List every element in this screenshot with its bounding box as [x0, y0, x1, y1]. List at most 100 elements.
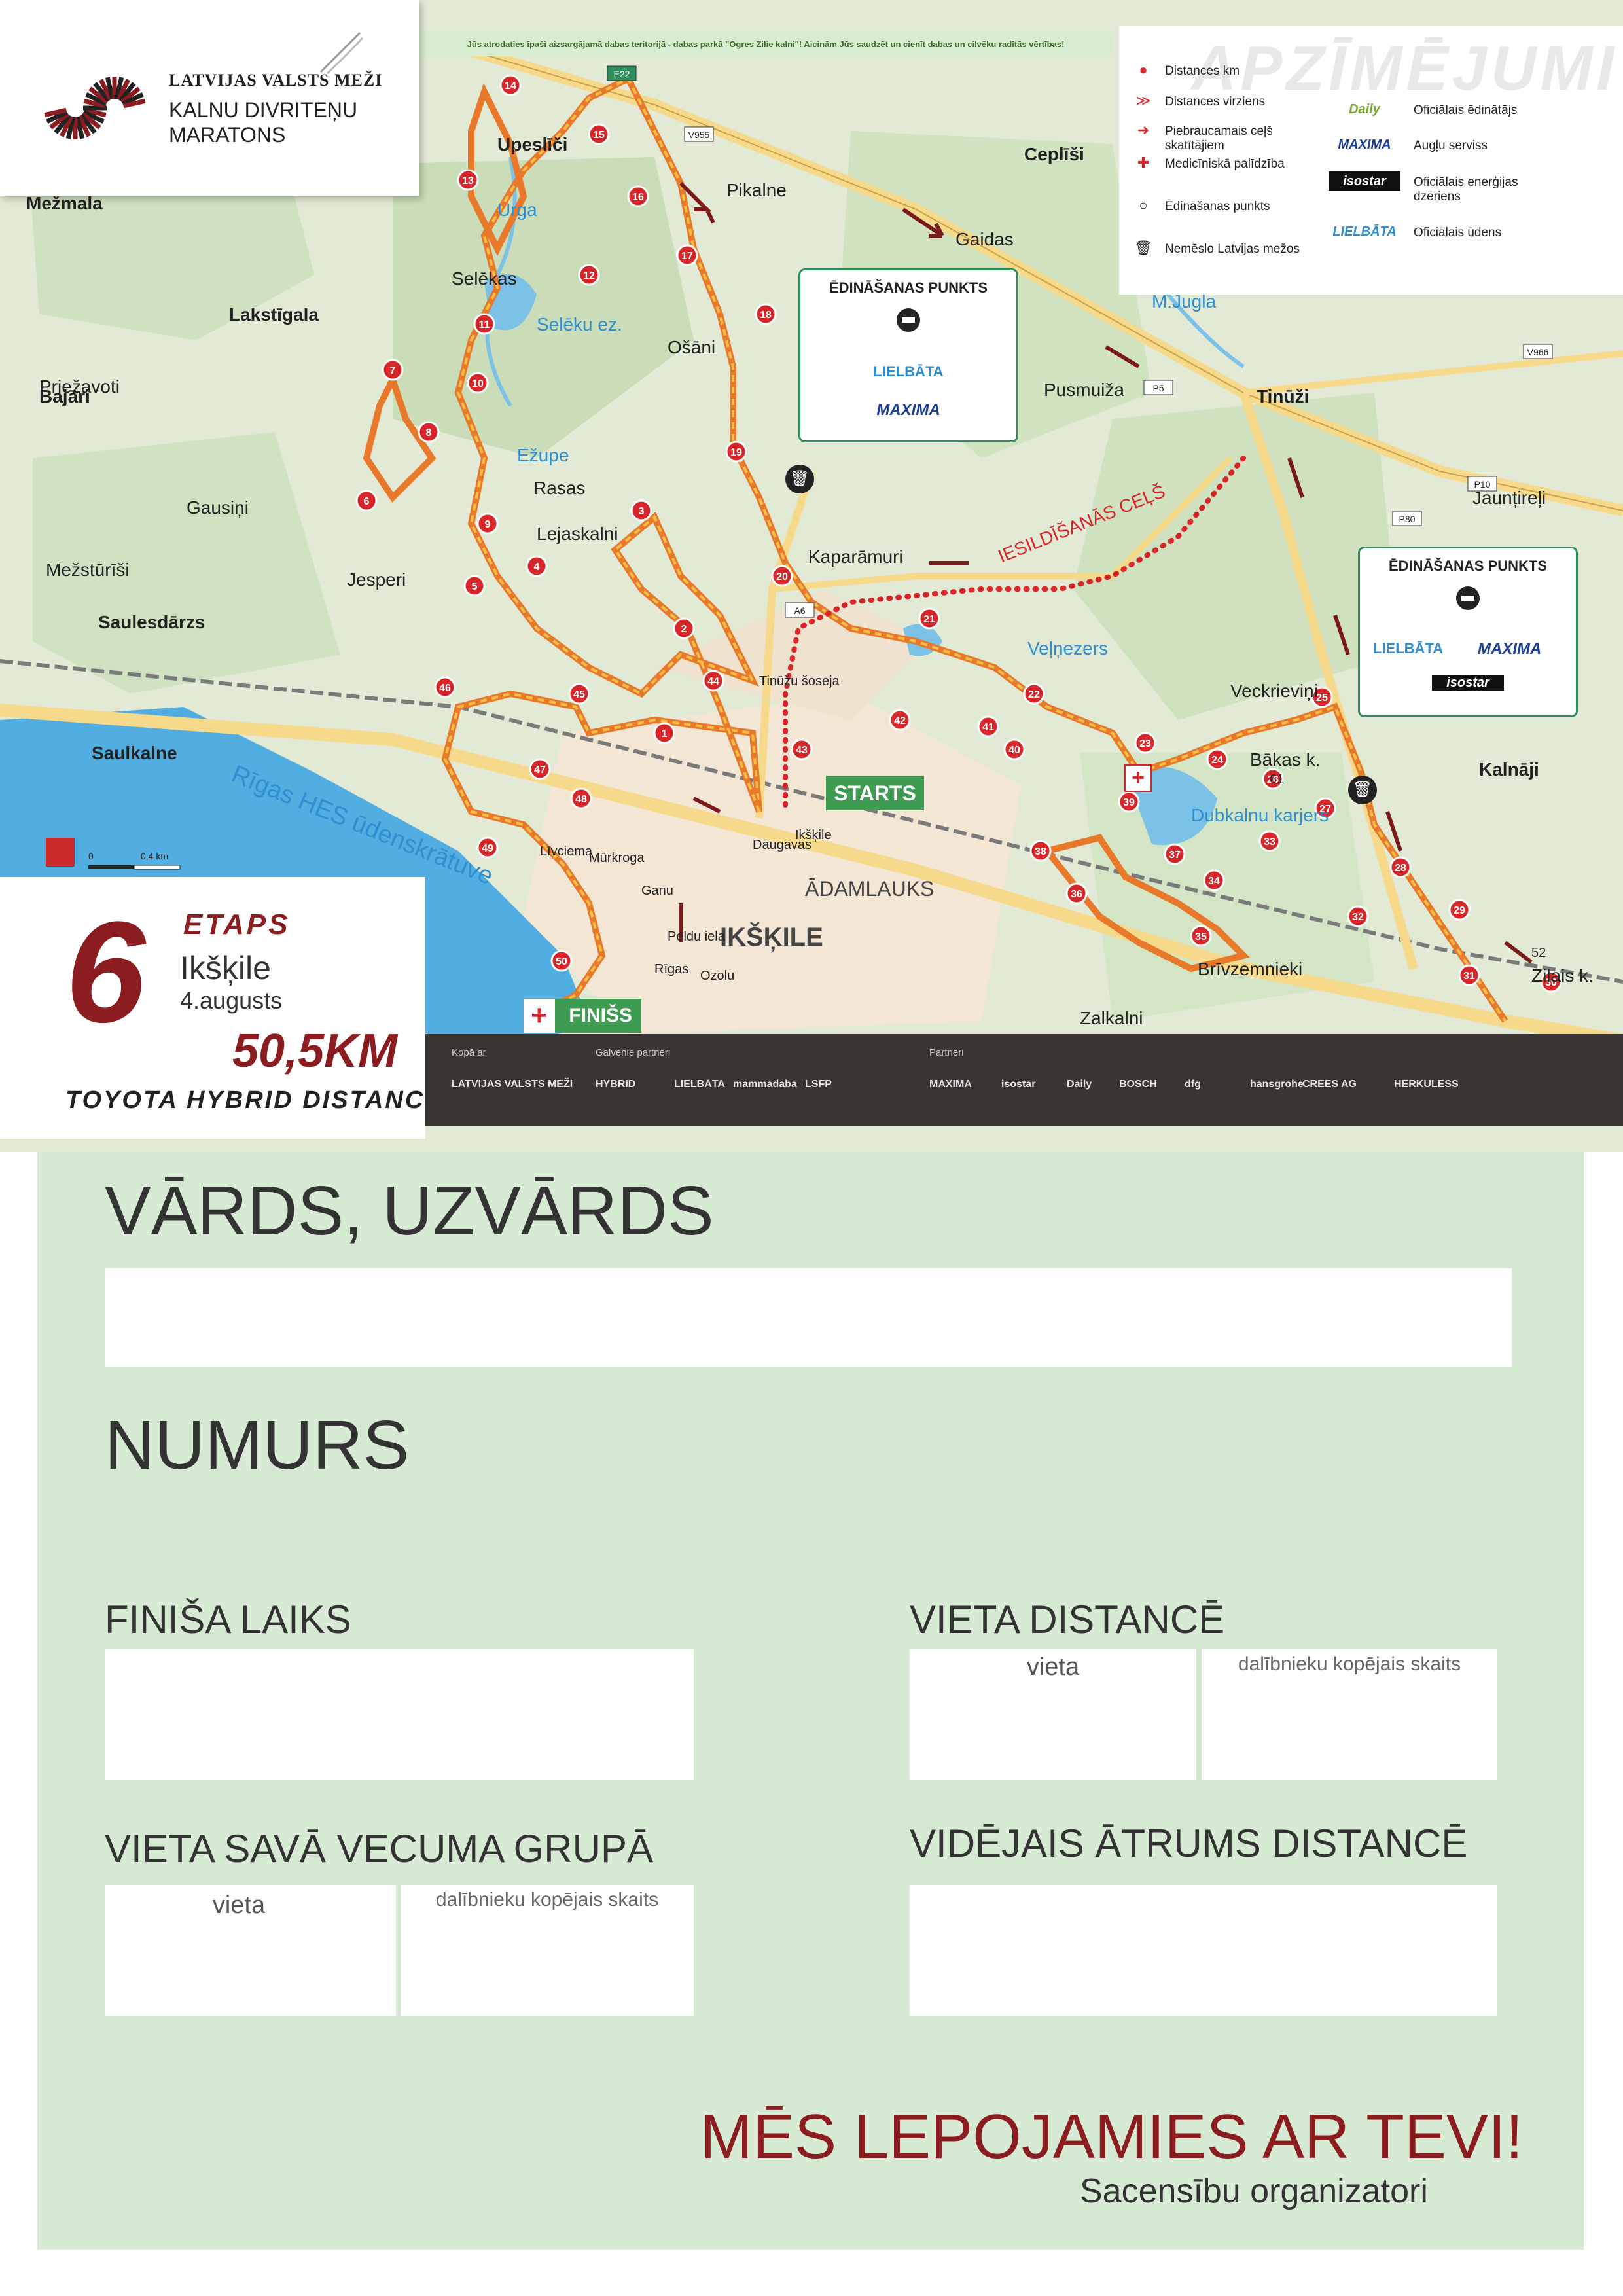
maxima-logo: MAXIMA: [1478, 640, 1542, 658]
km-marker: 11: [473, 313, 495, 335]
km-marker: 14: [499, 74, 522, 96]
isostar-logo: isostar: [1432, 675, 1504, 691]
km-marker-label: 18: [760, 310, 772, 321]
name-heading: VĀRDS, UZVĀRDS: [105, 1172, 714, 1249]
km-marker-label: 10: [472, 378, 484, 389]
km-marker-label: 12: [583, 270, 595, 281]
km-marker: 12: [578, 264, 600, 286]
km-marker-label: 16: [632, 192, 644, 203]
place-label: Pikalne: [726, 180, 787, 200]
km-marker-label: 3: [639, 506, 645, 517]
place-label: Kaparāmuri: [808, 547, 903, 567]
km-marker-label: 46: [439, 683, 451, 694]
marathon-title-line2: MARATONS: [169, 123, 286, 147]
place-label: Urga: [497, 200, 537, 220]
km-marker-label: 13: [462, 175, 474, 187]
stage-town: Ikšķile: [180, 950, 271, 986]
km-marker: 43: [791, 738, 813, 761]
place-label: Upeslīči: [497, 134, 568, 154]
km-marker: 16: [627, 185, 649, 207]
km-marker: 10: [467, 372, 489, 394]
place-label: Veļņezers: [1027, 638, 1108, 658]
km-marker-label: 20: [776, 571, 788, 583]
km-marker: 18: [755, 303, 777, 325]
place-label: Ganu: [641, 884, 673, 898]
km-marker: 36: [1065, 882, 1088, 905]
km-marker: 15: [588, 123, 610, 145]
km-marker-label: 32: [1352, 912, 1364, 923]
km-marker: 29: [1448, 899, 1471, 921]
maxima-logo: MAXIMA: [876, 401, 940, 419]
partner-logo: hansgrohe: [1250, 1079, 1304, 1090]
legend-label: Augļu serviss: [1414, 139, 1488, 152]
logo-card: LATVIJAS VALSTS MEŽI KALNU DIVRITEŅU MAR…: [0, 0, 419, 196]
finish-time-label: FINIŠA LAIKS: [105, 1598, 351, 1641]
place-distance-hint: vieta: [1026, 1653, 1080, 1681]
direction-arrows-icon: ≫: [1135, 92, 1151, 109]
legend-label: Oficiālais ēdinātājs: [1414, 103, 1518, 117]
maxima-logo: MAXIMA: [1338, 137, 1391, 152]
place-label: Bākas k.: [1250, 749, 1321, 770]
km-marker: 2: [673, 617, 695, 639]
place-label: Ozolu: [700, 969, 735, 983]
partner-logo: mammadaba: [733, 1079, 797, 1090]
km-marker-label: 1: [662, 728, 668, 740]
km-marker-label: 15: [593, 130, 605, 141]
place-label: Lakstīgala: [229, 304, 319, 325]
km-marker-label: 29: [1454, 905, 1465, 916]
partner-logo: BOSCH: [1119, 1079, 1157, 1090]
km-marker-label: 40: [1008, 745, 1020, 756]
km-marker: 49: [476, 836, 499, 859]
km-marker-label: 35: [1195, 931, 1207, 942]
place-label: Tinūži: [1257, 386, 1310, 406]
trash-point-1: 🗑: [785, 465, 814, 493]
km-marker-label: 2: [681, 624, 687, 635]
partners-label: Partneri: [929, 1047, 964, 1058]
trash-point-2: 🗑: [1348, 776, 1377, 804]
marathon-logo-icon: [44, 77, 146, 139]
km-marker: 50: [550, 950, 573, 972]
finish-time-field[interactable]: [105, 1649, 694, 1780]
place-label: Mūrkroga: [589, 851, 645, 865]
spectator-arrow-icon: ➜: [1137, 122, 1150, 138]
km-marker-label: 49: [482, 843, 493, 854]
legend-label: Medicīniskā palīdzība: [1165, 157, 1285, 171]
place-label: Ošāni: [668, 337, 716, 357]
age-group-place-hint: vieta: [212, 1892, 266, 1919]
partner-logo: isostar: [1001, 1079, 1036, 1090]
km-marker-label: 31: [1463, 971, 1475, 982]
legend-label: Nemēslo Latvijas mežos: [1165, 242, 1300, 256]
km-marker: 47: [529, 758, 551, 780]
road-code-label: P5: [1152, 383, 1164, 393]
km-marker: 4: [526, 555, 548, 577]
name-field[interactable]: [105, 1268, 1512, 1367]
stage-distance-name: TOYOTA HYBRID DISTANCE: [65, 1086, 444, 1114]
distance-total-hint: dalībnieku kopējais skaits: [1238, 1653, 1461, 1675]
km-marker-label: 24: [1211, 755, 1223, 766]
lielbata-logo: LIELBĀTA: [873, 363, 944, 380]
km-pin-icon: ●: [1139, 62, 1148, 78]
km-marker: 8: [418, 421, 440, 443]
place-label: Brīvzemnieki: [1198, 959, 1303, 979]
km-marker: 23: [1134, 732, 1156, 754]
legend-label: Ēdināšanas punkts: [1165, 200, 1270, 213]
place-label: Tinūžu šoseja: [759, 674, 840, 689]
marathon-title-line1: KALNU DIVRITEŅU: [169, 98, 358, 122]
km-marker: 17: [676, 244, 698, 266]
avg-speed-field[interactable]: [910, 1885, 1497, 2016]
km-marker-label: 6: [364, 496, 370, 507]
medical-cross-icon: ✚: [1137, 154, 1150, 171]
km-marker: 46: [434, 676, 456, 698]
place-label: IKŠĶILE: [720, 923, 823, 952]
food-point-title: ĒDINĀŠANAS PUNKTS: [1388, 558, 1548, 574]
km-marker-label: 8: [426, 427, 432, 439]
km-marker: 39: [1118, 791, 1140, 813]
partner-logo: MAXIMA: [929, 1079, 972, 1090]
km-marker: 48: [570, 787, 592, 810]
km-marker-label: 47: [534, 764, 546, 776]
stage-number: 6: [65, 891, 146, 1052]
km-marker-label: 41: [982, 722, 994, 733]
km-marker: 44: [702, 670, 724, 692]
tree-swoosh-icon: [319, 31, 364, 75]
place-label: Peldu iela: [668, 929, 725, 944]
